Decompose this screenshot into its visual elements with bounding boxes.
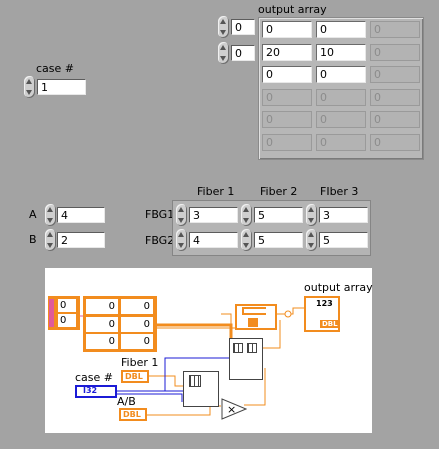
diagram-output-label: output array xyxy=(304,281,373,294)
output-array-cell: 0 xyxy=(262,133,312,151)
output-array-cell: 0 xyxy=(370,66,420,83)
output-array-cell: 0 xyxy=(316,66,366,83)
b-field[interactable]: 2 xyxy=(57,232,105,248)
output-array-col-index[interactable]: 0 xyxy=(231,45,255,61)
grid-icon xyxy=(189,375,201,387)
a-label: A xyxy=(29,208,37,221)
output-array-cell: 0 xyxy=(370,133,420,151)
fiber-value-field[interactable]: 4 xyxy=(189,232,238,248)
const-index-field: 0 xyxy=(58,314,76,327)
output-array-col-index-stepper[interactable] xyxy=(218,42,229,64)
const-index-stepper-left xyxy=(49,299,54,327)
output-array-row-index[interactable]: 0 xyxy=(231,19,255,35)
fiber-stepper[interactable] xyxy=(176,204,187,226)
b-label: B xyxy=(29,233,37,246)
output-terminal-type-top: 123 xyxy=(316,299,333,308)
case-number-stepper[interactable] xyxy=(24,76,35,98)
fiber-stepper[interactable] xyxy=(241,229,252,251)
const-array-cell: 0 xyxy=(86,316,118,332)
const-array-cell: 0 xyxy=(86,334,118,349)
output-array-cell: 20 xyxy=(262,43,312,61)
output-array-cell: 0 xyxy=(370,111,420,128)
output-array-cell: 0 xyxy=(370,21,420,38)
grid-icon xyxy=(233,343,243,353)
multiply-icon: × xyxy=(221,398,247,420)
replace-arrow-icon xyxy=(242,307,266,315)
output-array-cell: 0 xyxy=(262,88,312,106)
fiber-row-label: FBG2 xyxy=(145,234,175,247)
a-stepper[interactable] xyxy=(45,204,56,226)
output-array-cell: 0 xyxy=(370,43,420,61)
const-array-cell: 0 xyxy=(121,334,153,349)
const-array-cell: 0 xyxy=(121,299,153,314)
svg-text:×: × xyxy=(227,403,236,416)
output-array-label: output array xyxy=(258,3,327,16)
const-index-field: 0 xyxy=(58,299,76,312)
case-number-label: case # xyxy=(36,62,75,75)
fiber1-terminal-label: Fiber 1 xyxy=(121,356,159,369)
output-array-cell: 0 xyxy=(316,133,366,151)
case-terminal-label: case # xyxy=(75,371,114,384)
output-array-cell: 0 xyxy=(262,111,312,128)
fiber-col-header: Fiber 1 xyxy=(197,185,235,198)
fiber1-terminal-type: DBL xyxy=(125,372,143,381)
output-terminal-type-bottom: DBL xyxy=(320,320,340,328)
grid-icon xyxy=(247,343,257,353)
fiber-stepper[interactable] xyxy=(306,229,317,251)
fiber-col-header: FIber 3 xyxy=(320,185,359,198)
fiber-row-label: FBG1 xyxy=(145,208,175,221)
fiber-value-field[interactable]: 5 xyxy=(254,232,303,248)
output-array-cell: 10 xyxy=(316,43,366,61)
fiber-stepper[interactable] xyxy=(241,204,252,226)
output-array-cell: 0 xyxy=(262,66,312,83)
fiber-stepper[interactable] xyxy=(176,229,187,251)
output-array-cell: 0 xyxy=(370,88,420,106)
output-array-cell: 0 xyxy=(262,21,312,38)
replace-diamond-icon xyxy=(248,318,258,327)
output-array-cell: 0 xyxy=(316,88,366,106)
fiber-stepper[interactable] xyxy=(306,204,317,226)
ab-terminal-type: DBL xyxy=(123,410,141,419)
fiber-value-field[interactable]: 5 xyxy=(319,232,368,248)
a-field[interactable]: 4 xyxy=(57,207,105,223)
case-number-field[interactable]: 1 xyxy=(37,79,86,95)
case-terminal-type: I32 xyxy=(83,386,98,395)
output-array-row-index-stepper[interactable] xyxy=(218,16,229,38)
const-array-cell: 0 xyxy=(86,299,118,314)
fiber-value-field[interactable]: 3 xyxy=(319,207,368,223)
fiber-value-field[interactable]: 5 xyxy=(254,207,303,223)
block-diagram: 0 0 output array 123 DBL Fiber 1 DBL cas… xyxy=(45,268,373,433)
b-stepper[interactable] xyxy=(45,229,56,251)
output-array-cell: 0 xyxy=(316,21,366,38)
ab-terminal-label: A/B xyxy=(117,395,136,408)
fiber-col-header: Fiber 2 xyxy=(260,185,298,198)
output-array-cell: 0 xyxy=(316,111,366,128)
const-array-cell: 0 xyxy=(121,316,153,332)
fiber-value-field[interactable]: 3 xyxy=(189,207,238,223)
